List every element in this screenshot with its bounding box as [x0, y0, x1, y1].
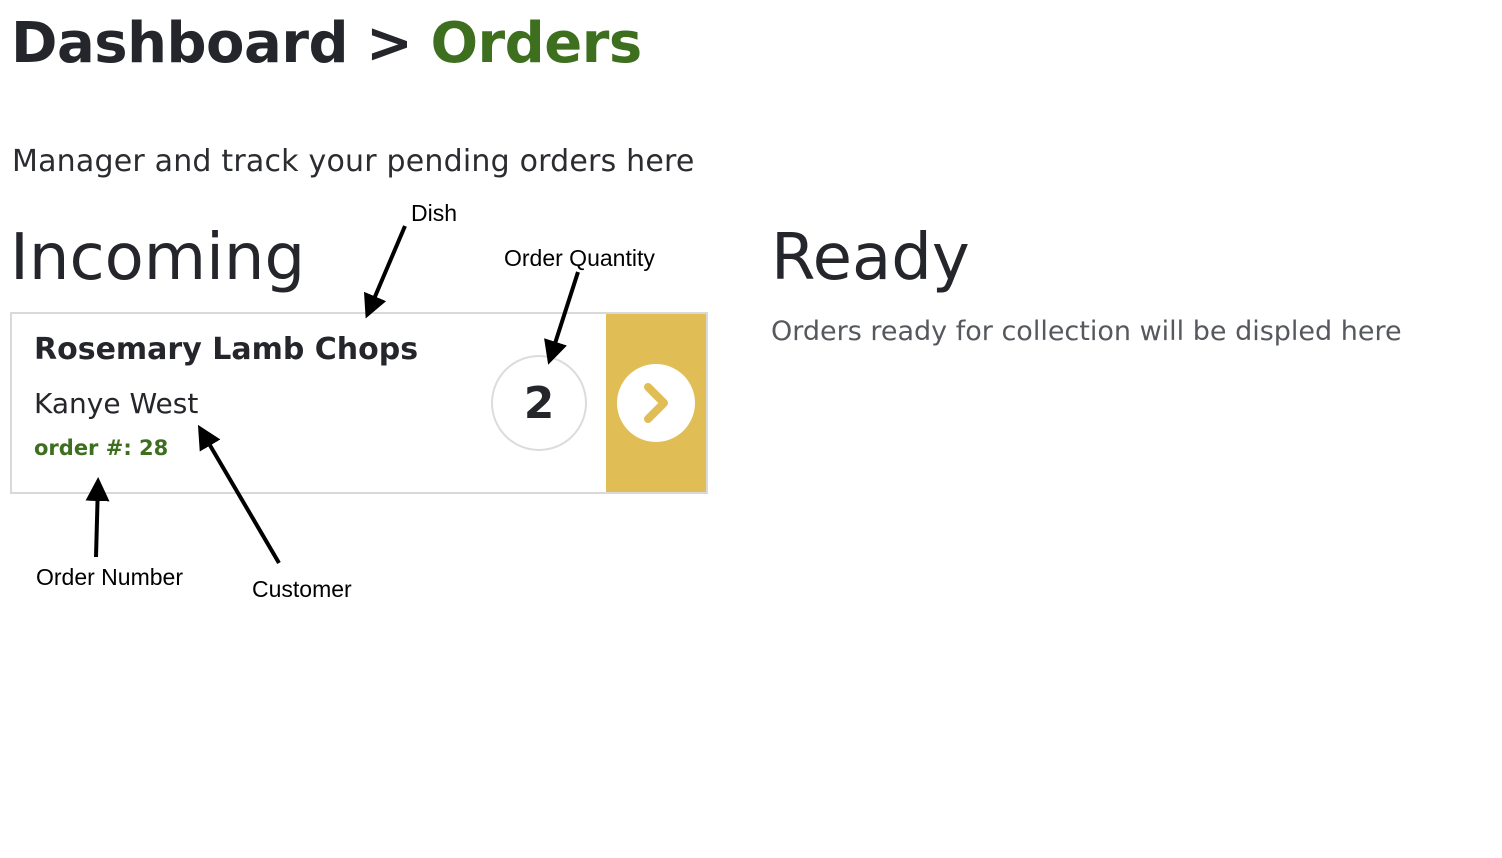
page-title: Orders [430, 11, 642, 76]
advance-order-button[interactable] [606, 314, 706, 492]
arrow-to-dish [364, 225, 407, 319]
annotation-dish-label: Dish [411, 200, 458, 226]
breadcrumb: Dashboard > Orders [11, 8, 642, 80]
ready-heading: Ready [771, 221, 970, 295]
ready-empty-message: Orders ready for collection will be disp… [771, 316, 1402, 347]
order-card: Rosemary Lamb Chops Kanye West order #: … [10, 312, 708, 494]
arrow-to-order-number [85, 477, 110, 558]
customer-name: Kanye West [34, 387, 199, 420]
advance-button-circle [617, 364, 695, 442]
breadcrumb-dashboard-link[interactable]: Dashboard [11, 11, 349, 76]
page-subtitle: Manager and track your pending orders he… [12, 144, 695, 179]
annotation-customer-label: Customer [252, 576, 352, 602]
breadcrumb-separator: > [366, 11, 413, 76]
order-quantity-badge: 2 [491, 355, 587, 451]
order-number: order #: 28 [34, 436, 169, 460]
chevron-right-icon [644, 383, 668, 423]
dish-name: Rosemary Lamb Chops [34, 332, 419, 367]
annotation-order-number-label: Order Number [36, 564, 183, 590]
incoming-heading: Incoming [10, 221, 306, 295]
annotation-order-quantity-label: Order Quantity [504, 245, 655, 271]
